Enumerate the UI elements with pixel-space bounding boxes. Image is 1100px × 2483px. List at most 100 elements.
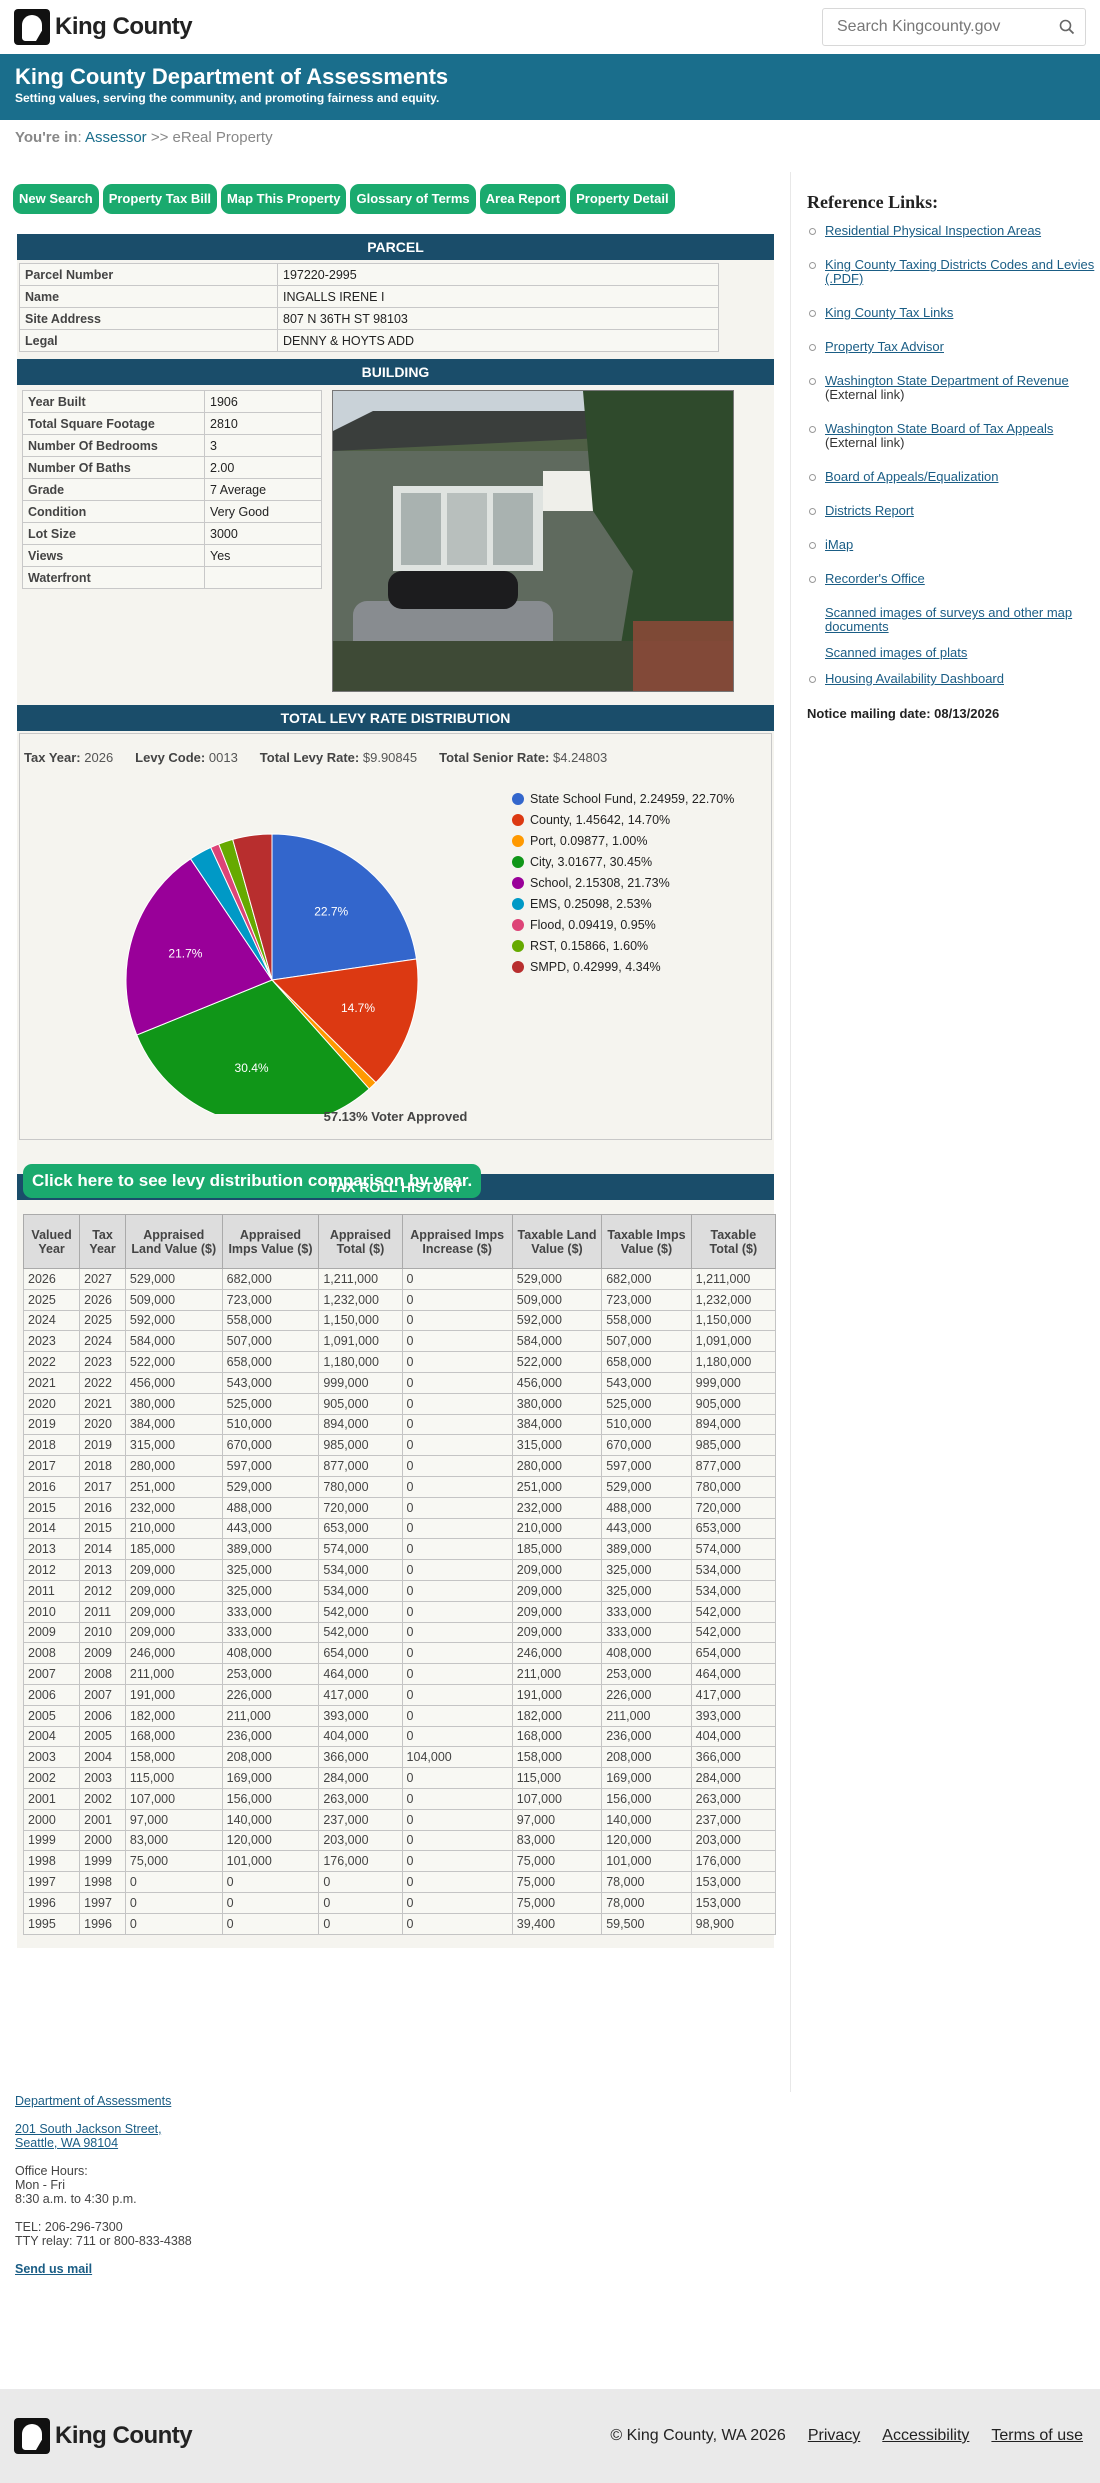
tax-roll-cell: 59,500 xyxy=(601,1912,692,1935)
tax-roll-cell: 253,000 xyxy=(601,1663,692,1685)
glossary-button[interactable]: Glossary of Terms xyxy=(350,184,476,214)
tax-roll-cell: 529,000 xyxy=(124,1268,223,1290)
tax-roll-cell: 226,000 xyxy=(221,1683,320,1706)
reference-item-link[interactable]: Recorder's Office xyxy=(825,571,925,586)
reference-item-link[interactable]: Districts Report xyxy=(825,503,914,518)
reference-item-link[interactable]: King County Tax Links xyxy=(825,305,953,320)
tax-roll-column-header: Appraised Total ($) xyxy=(318,1214,403,1269)
tax-roll-cell: 985,000 xyxy=(690,1434,777,1457)
reference-item-link[interactable]: Property Tax Advisor xyxy=(825,339,944,354)
area-report-button[interactable]: Area Report xyxy=(479,184,567,214)
tax-roll-cell: 280,000 xyxy=(511,1455,603,1477)
building-label: Number Of Baths xyxy=(22,456,205,479)
legend-swatch xyxy=(512,834,524,847)
tax-roll-cell: 558,000 xyxy=(221,1309,320,1332)
tax-roll-cell: 176,000 xyxy=(690,1850,777,1873)
reference-links-sidebar: Reference Links: Residential Physical In… xyxy=(790,172,1100,2092)
tax-roll-cell: 2024 xyxy=(22,1309,81,1332)
department-link[interactable]: Department of Assessments xyxy=(15,2094,171,2108)
tax-roll-row: 2010 2011 209,000 333,000 542,000 0 209,000 333… xyxy=(22,1600,777,1623)
tax-roll-cell: 182,000 xyxy=(511,1704,603,1727)
tax-roll-cell: 1997 xyxy=(79,1891,126,1914)
tax-roll-cell: 0 xyxy=(401,1829,513,1852)
tax-roll-cell: 0 xyxy=(401,1538,513,1561)
tax-roll-cell: 333,000 xyxy=(221,1621,320,1644)
reference-item-link[interactable]: iMap xyxy=(825,537,853,552)
office-hours: 8:30 a.m. to 4:30 p.m. xyxy=(15,2192,137,2206)
tax-roll-cell: 0 xyxy=(318,1891,403,1914)
tax-roll-cell: 2011 xyxy=(22,1579,81,1602)
reference-item-link[interactable]: Washington State Department of Revenue xyxy=(825,373,1069,388)
send-mail-link[interactable]: Send us mail xyxy=(15,2262,92,2276)
tax-roll-cell: 2012 xyxy=(22,1559,81,1581)
levy-pie-chart: 22.7% 14.7% 30.4% 21.7% xyxy=(125,833,419,1114)
notice-mailing-date: Notice mailing date: 08/13/2026 xyxy=(807,706,1000,721)
tax-roll-cell: 2015 xyxy=(79,1517,126,1540)
tax-roll-cell: 2025 xyxy=(22,1288,81,1311)
king-county-logo[interactable]: King County xyxy=(14,9,193,45)
search-placeholder: Search Kingcounty.gov xyxy=(837,18,1001,35)
reference-item-link[interactable]: Board of Appeals/Equalization xyxy=(825,469,998,484)
search-input[interactable]: Search Kingcounty.gov xyxy=(822,8,1086,46)
tax-roll-cell: 1996 xyxy=(79,1912,126,1935)
tax-roll-cell: 682,000 xyxy=(221,1268,320,1290)
footer-logo[interactable]: King County xyxy=(14,2418,193,2454)
tax-roll-cell: 203,000 xyxy=(690,1829,777,1852)
tax-roll-cell: 236,000 xyxy=(221,1725,320,1748)
reference-item-plain-link[interactable]: Scanned images of surveys and other map … xyxy=(825,605,1072,634)
building-value: Yes xyxy=(204,544,322,567)
tax-roll-cell: 2008 xyxy=(22,1642,81,1665)
legend-item: SMPD, 0.42999, 4.34% xyxy=(512,956,734,977)
reference-item-link[interactable]: Housing Availability Dashboard xyxy=(825,671,1004,686)
tax-roll-cell: 0 xyxy=(401,1683,513,1706)
tax-roll-cell: 389,000 xyxy=(601,1538,692,1561)
tax-roll-cell: 780,000 xyxy=(690,1475,777,1498)
map-this-property-button[interactable]: Map This Property xyxy=(221,184,347,214)
property-detail-button[interactable]: Property Detail xyxy=(570,184,675,214)
accessibility-link[interactable]: Accessibility xyxy=(882,2427,969,2445)
tax-roll-cell: 384,000 xyxy=(511,1413,603,1436)
search-icon[interactable] xyxy=(1059,19,1075,35)
property-tax-bill-button[interactable]: Property Tax Bill xyxy=(102,184,218,214)
new-search-button[interactable]: New Search xyxy=(13,184,99,214)
logo-text: King County xyxy=(55,13,193,40)
tax-roll-cell: 236,000 xyxy=(601,1725,692,1748)
tax-roll-cell: 723,000 xyxy=(221,1288,320,1311)
tax-roll-cell: 488,000 xyxy=(221,1496,320,1519)
tax-roll-cell: 97,000 xyxy=(124,1808,223,1831)
tax-roll-cell: 2001 xyxy=(22,1787,81,1810)
tax-roll-cell: 574,000 xyxy=(318,1538,403,1561)
tax-roll-cell: 2026 xyxy=(22,1268,81,1290)
tax-roll-row: 2023 2024 584,000 507,000 1,091,000 0 584,000 5… xyxy=(22,1330,777,1353)
tax-roll-cell: 209,000 xyxy=(511,1559,603,1581)
building-row: Lot Size 3000 xyxy=(22,522,322,545)
tax-roll-cell: 226,000 xyxy=(601,1683,692,1706)
tax-roll-cell: 237,000 xyxy=(690,1808,777,1831)
reference-item-plain-link[interactable]: Scanned images of plats xyxy=(825,645,967,660)
building-row: Condition Very Good xyxy=(22,500,322,523)
privacy-link[interactable]: Privacy xyxy=(808,2427,860,2445)
tax-roll-cell: 209,000 xyxy=(124,1579,223,1602)
tax-roll-cell: 2016 xyxy=(79,1496,126,1519)
tax-roll-cell: 211,000 xyxy=(511,1663,603,1685)
tax-roll-cell: 2015 xyxy=(22,1496,81,1519)
reference-item-link[interactable]: Residential Physical Inspection Areas xyxy=(825,223,1041,238)
tax-roll-cell: 408,000 xyxy=(221,1642,320,1665)
reference-item-link[interactable]: King County Taxing Districts Codes and L… xyxy=(825,257,1094,286)
breadcrumb-assessor-link[interactable]: Assessor xyxy=(85,129,147,146)
tax-roll-cell: 720,000 xyxy=(318,1496,403,1519)
terms-link[interactable]: Terms of use xyxy=(991,2427,1083,2445)
building-value: 3000 xyxy=(204,522,322,545)
building-row: Number Of Baths 2.00 xyxy=(22,456,322,479)
tax-roll-cell: 2018 xyxy=(22,1434,81,1457)
reference-item: Recorder's Office xyxy=(807,572,1100,586)
address-line-1[interactable]: 201 South Jackson Street, xyxy=(15,2122,162,2136)
reference-item-link[interactable]: Washington State Board of Tax Appeals xyxy=(825,421,1053,436)
tax-roll-cell: 0 xyxy=(401,1787,513,1810)
building-value: 1906 xyxy=(204,390,322,413)
address-line-2[interactable]: Seattle, WA 98104 xyxy=(15,2136,118,2150)
tax-roll-column-header: Appraised Land Value ($) xyxy=(124,1214,223,1269)
tax-roll-cell: 534,000 xyxy=(690,1579,777,1602)
tax-roll-cell: 542,000 xyxy=(318,1600,403,1623)
tax-roll-cell: 191,000 xyxy=(124,1683,223,1706)
